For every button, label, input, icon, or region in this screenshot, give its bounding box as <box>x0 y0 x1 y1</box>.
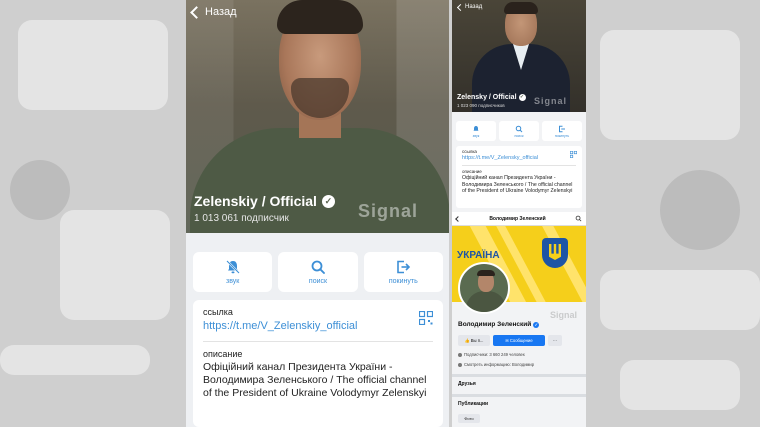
message-button[interactable]: ✉ Сообщение <box>493 335 545 346</box>
profile-actions: 👍 Вы п... ✉ Сообщение ··· <box>458 335 582 346</box>
search-label: поиск <box>308 278 328 285</box>
small-channel-name: Zelensky / Official ✓ <box>457 94 526 101</box>
search-button[interactable]: поиск <box>278 252 358 292</box>
more-button[interactable]: ··· <box>548 335 562 346</box>
info-row[interactable]: Смотреть информацию: Володимир <box>458 362 534 367</box>
link-caption: ссылка <box>203 307 233 317</box>
profile-name: Володимир Зеленский ✓ <box>458 321 540 328</box>
channel-description: Офіційний канал Президента України - Вол… <box>203 361 427 399</box>
followers-row: Подписчики: 3 660 249 человек <box>458 352 525 357</box>
chevron-left-icon[interactable] <box>455 215 461 222</box>
small-description-caption: описание <box>462 169 482 174</box>
message-label: Сообщение <box>509 338 533 343</box>
small-channel-info-card: ссылка https://t.me/V_Zelensky_official … <box>456 146 582 208</box>
leave-icon <box>397 260 411 274</box>
small-subscriber-count: 1 023 090 подписчиков <box>457 103 505 108</box>
profile-avatar[interactable] <box>458 262 510 314</box>
facebook-top-bar: Володимир Зеленский <box>452 212 586 226</box>
facebook-bar-title: Володимир Зеленский <box>489 215 546 222</box>
channel-actions: звук поиск покинуть <box>193 252 443 292</box>
channel-name-text: Zelenskiy / Official <box>194 193 317 209</box>
qr-code-icon[interactable] <box>419 311 433 325</box>
channel-link[interactable]: https://t.me/V_Zelenskiy_official <box>203 320 433 332</box>
small-channel-description: Офіційний канал Президента України - Вол… <box>462 175 573 194</box>
small-channel-name-text: Zelensky / Official <box>457 94 517 101</box>
comparison-screens: Назад Zelensky / Official ✓ 1 023 090 по… <box>452 0 586 427</box>
small-back-label: Назад <box>465 4 483 10</box>
search-icon[interactable] <box>575 215 582 222</box>
posts-heading: Публикации <box>458 401 489 407</box>
leave-label: покинуть <box>388 278 418 285</box>
small-channel-actions: звук поиск покинуть <box>456 121 582 141</box>
chevron-left-icon <box>190 5 203 19</box>
small-leave-button[interactable]: покинуть <box>542 121 582 141</box>
verified-icon: ✓ <box>533 321 540 328</box>
small-sound-label: звук <box>472 133 480 138</box>
small-channel-link[interactable]: https://t.me/V_Zelensky_official <box>462 155 576 161</box>
small-link-caption: ссылка <box>462 149 477 154</box>
chevron-left-icon <box>456 3 465 11</box>
leave-button[interactable]: покинуть <box>363 252 443 292</box>
bell-icon <box>473 125 479 131</box>
back-label: Назад <box>205 6 237 18</box>
thumbs-up-icon: 👍 <box>464 337 470 343</box>
followers-icon <box>458 352 462 357</box>
small-back-button[interactable]: Назад <box>456 3 483 11</box>
more-dots-icon <box>458 362 462 367</box>
followers-text: Подписчики: 3 660 249 человек <box>464 352 525 357</box>
friends-heading: Друзья <box>458 381 476 387</box>
mute-label: звук <box>225 278 240 285</box>
search-icon <box>515 125 523 132</box>
back-button[interactable]: Назад <box>190 5 237 19</box>
description-caption: описание <box>203 349 243 359</box>
channel-info-card: ссылка https://t.me/V_Zelenskiy_official… <box>193 300 443 427</box>
small-leave-label: покинуть <box>554 133 570 138</box>
channel-cover-photo: Назад Zelenskiy / Official ✓ 1 013 061 п… <box>186 0 449 233</box>
trident-icon <box>549 244 561 260</box>
verified-icon: ✓ <box>518 94 526 101</box>
small-search-label: поиск <box>514 133 524 138</box>
cover-word: УКРАЇНА <box>457 250 500 261</box>
facebook-signal-watermark: Signal <box>550 310 578 320</box>
liked-label: Вы п... <box>470 338 484 343</box>
search-icon <box>311 260 325 274</box>
messenger-icon: ✉ <box>505 338 509 343</box>
photo-filter-button[interactable]: Фото <box>458 414 480 423</box>
small-channel-cover-photo: Назад Zelensky / Official ✓ 1 023 090 по… <box>452 0 586 112</box>
info-text: Смотреть информацию: Володимир <box>464 362 535 367</box>
leave-icon <box>559 125 565 132</box>
small-search-button[interactable]: поиск <box>499 121 539 141</box>
liked-button[interactable]: 👍 Вы п... <box>458 335 490 346</box>
profile-name-text: Володимир Зеленский <box>458 321 532 328</box>
telegram-channel-screen: Назад Zelenskiy / Official ✓ 1 013 061 п… <box>186 0 449 427</box>
channel-name: Zelenskiy / Official ✓ <box>194 193 335 209</box>
mute-button[interactable]: звук <box>193 252 273 292</box>
verified-icon: ✓ <box>321 194 335 208</box>
small-signal-watermark: Signal <box>534 96 568 106</box>
signal-watermark: Signal <box>358 201 419 221</box>
qr-code-icon[interactable] <box>570 151 577 158</box>
subscriber-count: 1 013 061 подписчик <box>194 213 289 224</box>
bell-mute-icon <box>225 260 240 274</box>
small-sound-button[interactable]: звук <box>456 121 496 141</box>
